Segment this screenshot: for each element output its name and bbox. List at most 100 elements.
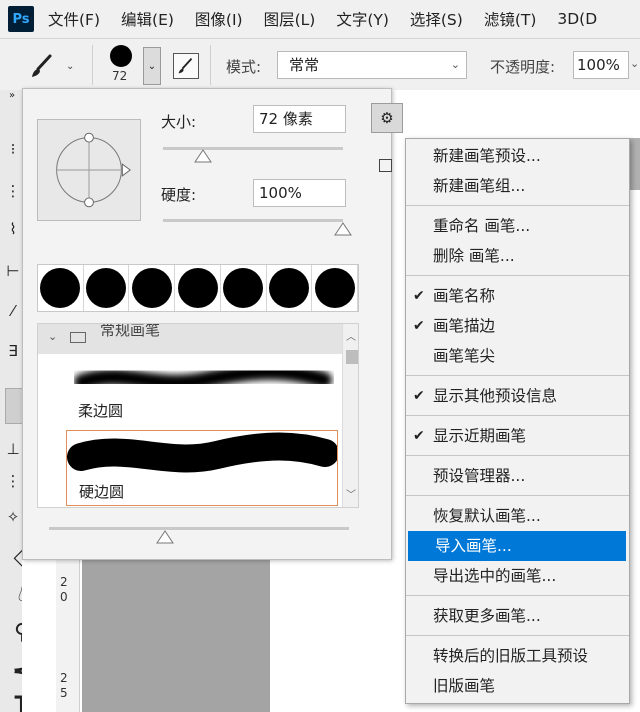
menu-layer[interactable]: 图层(L) [264,8,316,30]
tool-preset-chevron-icon[interactable]: ⌄ [66,61,74,72]
brush-preset-soft-round[interactable]: 柔边圆 [66,356,338,426]
recent-brush-tip [223,268,264,308]
options-separator [92,45,93,85]
eyedropper-icon[interactable]: ⁄ [3,302,23,320]
menu-file[interactable]: 文件(F) [48,8,100,30]
menu-item-label: 显示近期画笔 [433,427,527,445]
menu-item[interactable]: 导出选中的画笔... [406,561,629,591]
menu-item[interactable]: 新建画笔预设... [406,141,629,171]
menu-image[interactable]: 图像(I) [195,8,243,30]
eraser-icon[interactable]: ⊥ [3,440,23,458]
stamp-icon[interactable]: ∃ [3,342,23,360]
scroll-up-icon[interactable]: ︿ [346,328,356,343]
scroll-down-icon[interactable]: ﹀ [346,486,356,501]
preview-size-slider-thumb[interactable] [156,530,174,544]
menu-type[interactable]: 文字(Y) [336,8,389,30]
menu-item[interactable]: 画笔笔尖 [406,341,629,371]
recent-brush-tip [177,268,218,308]
recent-brush-slot[interactable] [175,265,221,311]
menu-item[interactable]: 恢复默认画笔... [406,501,629,531]
gradient-icon[interactable]: ⋮ [3,472,23,490]
menu-item-label: 导出选中的画笔... [433,567,557,585]
recent-brush-slot[interactable] [38,265,84,311]
opacity-input[interactable]: 100% [573,51,629,79]
menu-item-label: 恢复默认画笔... [433,507,541,525]
ruler-mark: 5 [60,686,68,700]
brush-settings-panel-icon[interactable] [173,53,199,79]
menu-item[interactable]: 获取更多画笔... [406,601,629,631]
check-icon: ✔ [413,318,425,334]
brush-panel-flyout-menu: 新建画笔预设... 新建画笔组... 重命名 画笔... 删除 画笔... ✔ 画笔名称 ✔… [405,138,630,704]
brush-name: 柔边圆 [78,402,124,420]
menu-item[interactable]: 预设管理器... [406,461,629,491]
size-slider-track[interactable] [163,147,343,150]
menu-item[interactable]: 重命名 画笔... [406,211,629,241]
mode-label: 模式: [226,58,262,76]
hardness-slider-thumb[interactable] [334,222,352,236]
ruler-mark: 2 [60,575,68,589]
recent-brush-tip [40,268,81,308]
sparkle-icon[interactable]: ✧ [3,508,23,526]
recent-brush-slot[interactable] [267,265,313,311]
menu-separator [406,455,629,456]
hardness-label: 硬度: [161,186,197,204]
recent-brush-slot[interactable] [221,265,267,311]
hardness-slider-track[interactable] [163,219,343,222]
chevron-down-icon: ⌄ [450,58,460,71]
size-slider-thumb[interactable] [193,149,212,163]
recent-brushes [37,264,359,312]
menu-item[interactable]: 转换后的旧版工具预设 [406,641,629,671]
opacity-label: 不透明度: [490,58,556,76]
opacity-chevron-icon[interactable]: ⌄ [630,57,639,70]
menu-item[interactable]: 旧版画笔 [406,671,629,701]
menu-item-label: 删除 画笔... [433,247,515,265]
recent-brush-slot[interactable] [129,265,176,311]
brush-picker-chevron-icon[interactable]: ⌄ [143,47,161,85]
brush-preset-hard-round[interactable]: 硬边圆 [66,430,338,506]
ruler-mark: 0 [60,590,68,604]
list-scrollbar[interactable]: ︿ ﹀ [342,324,358,507]
menu-bar: Ps 文件(F) 编辑(E) 图像(I) 图层(L) 文字(Y) 选择(S) 滤… [0,0,640,38]
new-preset-icon[interactable] [379,159,392,172]
menu-item-label: 画笔笔尖 [433,347,496,365]
document-canvas[interactable] [82,560,270,712]
hardness-input[interactable]: 100% [253,179,346,207]
crop-icon[interactable]: ⊢ [3,262,23,280]
menu-item-label: 重命名 画笔... [433,217,531,235]
preview-size-slider-track[interactable] [49,527,349,530]
menu-item-label: 转换后的旧版工具预设 [433,647,589,665]
expand-panels-icon[interactable]: » [2,90,22,101]
chevron-down-icon: ⌄ [48,330,58,343]
scroll-thumb[interactable] [346,350,358,364]
photoshop-logo-icon: Ps [8,6,34,32]
brush-group-header[interactable]: ⌄ 常规画笔 [38,324,342,354]
move-icon[interactable]: ⁝ [3,140,23,158]
gear-icon[interactable]: ⚙ [371,103,403,133]
hard-brush-stroke-preview [67,432,337,473]
menu-item-label: 获取更多画笔... [433,607,541,625]
menu-filter[interactable]: 滤镜(T) [484,8,537,30]
menu-item-label: 画笔描边 [433,317,496,335]
menu-item[interactable]: ✔ 显示其他预设信息 [406,381,629,411]
brush-icon[interactable] [5,388,23,424]
marquee-icon[interactable]: ⋮ [3,182,23,200]
menu-edit[interactable]: 编辑(E) [121,8,174,30]
menu-separator [406,495,629,496]
recent-brush-slot[interactable] [84,265,130,311]
brush-tool-icon[interactable] [28,53,58,79]
menu-item[interactable]: ✔ 显示近期画笔 [406,421,629,451]
tools-panel: » ⁝ ⋮ ⌇ ⊢ ⁄ ∃ ⊥ ⋮ ✧ ◇ 💧︎ ⚲ ✒ T [0,90,31,712]
menu-item[interactable]: ✔ 画笔名称 [406,281,629,311]
menu-item[interactable]: 删除 画笔... [406,241,629,271]
menu-select[interactable]: 选择(S) [410,8,463,30]
menu-item[interactable]: 导入画笔... [408,531,626,561]
mode-value: 常常 [289,56,320,74]
recent-brush-slot[interactable] [312,265,359,311]
menu-item[interactable]: ✔ 画笔描边 [406,311,629,341]
size-input[interactable]: 72 像素 [253,105,346,133]
brush-tip-shape-preview[interactable] [37,119,141,221]
menu-item[interactable]: 新建画笔组... [406,171,629,201]
menu-3d[interactable]: 3D(D [557,10,597,28]
lasso-icon[interactable]: ⌇ [3,220,23,238]
mode-select[interactable]: 常常 ⌄ [277,51,467,79]
